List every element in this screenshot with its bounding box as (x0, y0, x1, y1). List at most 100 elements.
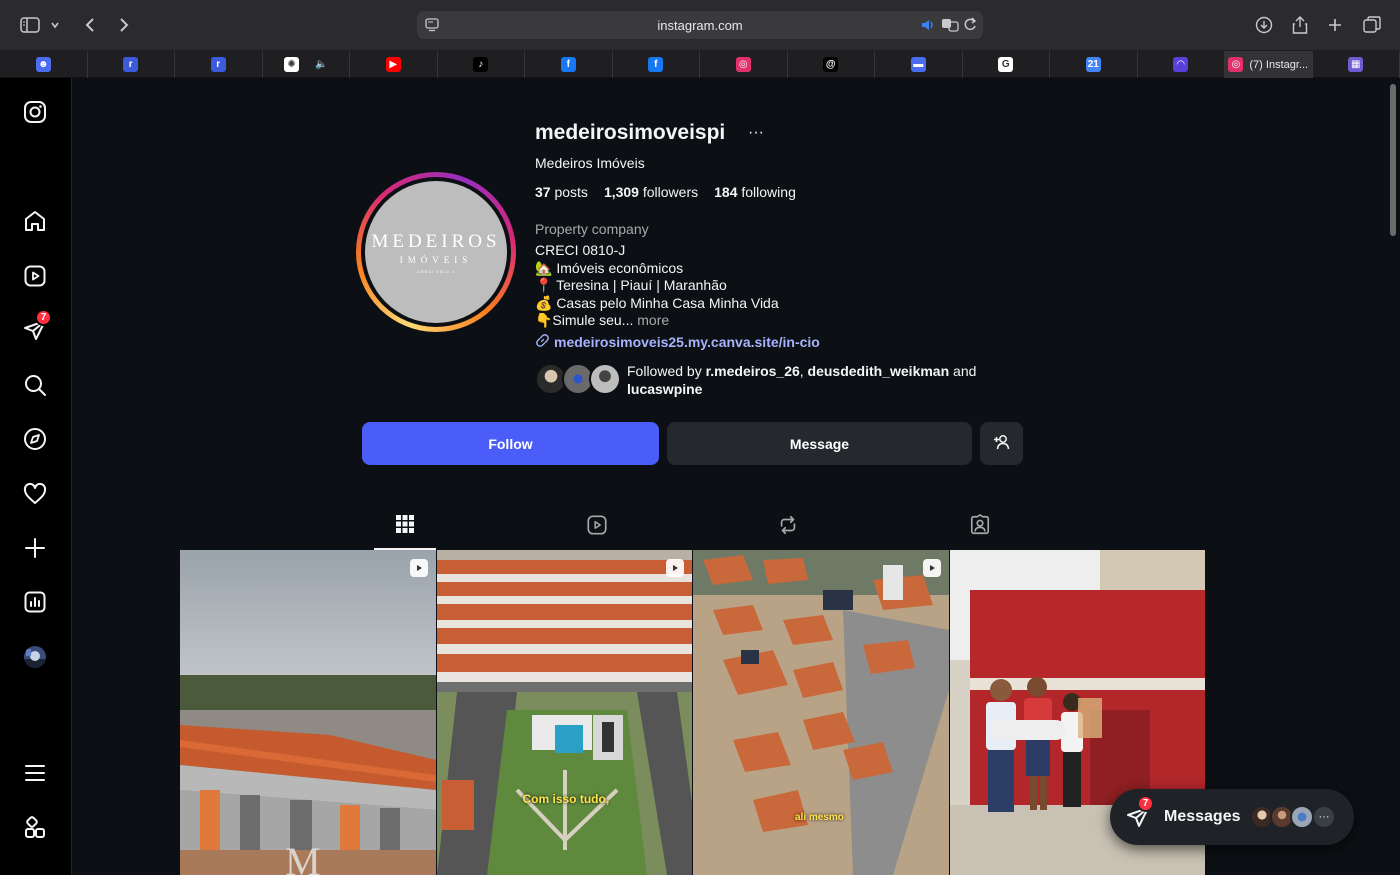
tab-blue-2[interactable]: r (175, 51, 263, 78)
reels-icon (586, 514, 608, 541)
instagram-logo-icon[interactable] (21, 98, 49, 126)
followers-stat[interactable]: 1,309 followers (604, 184, 698, 200)
address-bar[interactable]: instagram.com (417, 11, 983, 39)
profile-avatar-icon[interactable] (21, 643, 49, 671)
share-icon[interactable] (1288, 13, 1312, 37)
facebook-1-favicon-icon: f (560, 57, 576, 72)
follower-name[interactable]: lucaswpine (627, 381, 702, 397)
tab-arc[interactable]: ◠ (1138, 51, 1225, 78)
followed-by[interactable]: Followed by r.medeiros_26, deusdedith_we… (535, 363, 997, 398)
post-thumbnail: M (180, 550, 436, 875)
reel-indicator-icon (666, 559, 684, 577)
suggested-accounts-button[interactable] (980, 422, 1023, 465)
page-menu-icon[interactable] (425, 18, 439, 37)
post-caption: ali mesmo (795, 812, 844, 823)
search-icon[interactable] (21, 371, 49, 399)
profile-category: Property company (535, 221, 649, 237)
reels-icon[interactable] (21, 262, 49, 290)
tab-reposts[interactable] (757, 505, 819, 550)
home-icon[interactable] (21, 207, 49, 235)
reel-indicator-icon (409, 559, 428, 577)
create-plus-icon[interactable] (21, 534, 49, 562)
following-stat[interactable]: 184 following (714, 184, 796, 200)
reddit-like-tab[interactable]: ☻ (0, 51, 88, 78)
youtube-favicon-icon: ▶ (385, 57, 401, 72)
also-from-meta-icon[interactable] (21, 814, 49, 842)
follow-button[interactable]: Follow (362, 422, 659, 465)
profile-full-name: Medeiros Imóveis (535, 155, 645, 171)
tiktok-favicon-icon: ♪ (473, 57, 489, 72)
tab-facebook-1[interactable]: f (525, 51, 613, 78)
posts-stat: 37 posts (535, 184, 588, 200)
tab-google[interactable]: G (963, 51, 1050, 78)
chevron-down-icon[interactable] (46, 13, 64, 37)
blue-1-favicon-icon: r (123, 57, 139, 72)
tab-chatgpt[interactable]: ✺ 🔈 (263, 51, 350, 78)
menu-hamburger-icon[interactable] (21, 759, 49, 787)
calendar-favicon-icon: 21 (1085, 57, 1101, 72)
message-button[interactable]: Message (667, 422, 972, 465)
profile-avatar[interactable]: MEDEIROS IMÓVEIS CRECI 0810-J (356, 172, 516, 332)
tab-audio-icon[interactable]: 🔈 (315, 59, 327, 70)
reload-icon[interactable] (963, 17, 977, 38)
post-tile[interactable]: M (180, 550, 436, 875)
tab-overview-icon[interactable] (1360, 13, 1384, 37)
post-tile[interactable]: Com isso tudo, (436, 550, 692, 875)
post-caption: Com isso tudo, (522, 792, 610, 806)
options-ellipsis-icon[interactable]: ··· (748, 124, 764, 142)
messages-avatars: ··· (1250, 805, 1346, 829)
avatar (1290, 805, 1314, 829)
repost-icon (777, 514, 799, 541)
downloads-icon[interactable] (1252, 13, 1276, 37)
tab-tagged[interactable] (949, 505, 1011, 550)
arc-favicon-icon: ◠ (1173, 57, 1189, 72)
audio-playing-icon[interactable] (920, 17, 936, 38)
messages-button[interactable]: 7 Messages ··· (1110, 789, 1354, 845)
tab-threads[interactable]: @ (788, 51, 875, 78)
profile-link-text: medeirosimoveis25.my.canva.site/in-cio (554, 334, 820, 350)
back-icon[interactable] (78, 13, 102, 37)
forward-icon[interactable] (112, 13, 136, 37)
heart-icon[interactable] (21, 480, 49, 508)
profile-username: medeirosimoveispi (535, 121, 726, 144)
tab-car[interactable]: ▬ (875, 51, 963, 78)
direct-messages-icon[interactable]: 7 (21, 309, 52, 344)
follower-name[interactable]: r.medeiros_26 (706, 363, 800, 379)
page-scrollbar[interactable] (1386, 78, 1400, 875)
follower-name[interactable]: deusdedith_weikman (808, 363, 950, 379)
profile-tabs (180, 505, 1205, 550)
more-conversations-icon: ··· (1312, 805, 1336, 829)
car-favicon-icon: ▬ (910, 57, 926, 72)
explore-icon[interactable] (21, 425, 49, 453)
profile-link[interactable]: medeirosimoveis25.my.canva.site/in-cio (535, 333, 820, 351)
translate-icon[interactable] (941, 17, 959, 38)
tab-active-instagram[interactable]: ◎ (7) Instagr... (1225, 51, 1313, 78)
tab-calendar[interactable]: 21 (1050, 51, 1138, 78)
bio-line: 👇Simule seu... more (535, 312, 670, 328)
messages-badge: 7 (1137, 795, 1154, 812)
reel-indicator-icon (922, 559, 941, 577)
profile-stats: 37 posts 1,309 followers 184 following (535, 184, 796, 200)
active-tab-title: (7) Instagr... (1249, 58, 1309, 71)
instagram-favicon-icon: ◎ (735, 57, 751, 72)
tab-posts[interactable] (374, 505, 436, 550)
tab-tiktok[interactable]: ♪ (438, 51, 525, 78)
bio-more-link[interactable]: more (637, 312, 669, 328)
link-icon (535, 333, 550, 351)
followed-by-avatars (535, 363, 621, 395)
grid-icon (395, 514, 415, 539)
tab-blue-1[interactable]: r (88, 51, 175, 78)
tab-reels[interactable] (566, 505, 628, 550)
new-tab-icon[interactable] (1323, 13, 1347, 37)
post-tile[interactable]: ali mesmo (693, 550, 949, 875)
tab-last[interactable]: ▦ (1313, 51, 1400, 78)
tab-instagram[interactable]: ◎ (700, 51, 788, 78)
scrollbar-thumb[interactable] (1390, 84, 1396, 236)
add-person-icon (993, 433, 1011, 454)
tab-youtube[interactable]: ▶ (350, 51, 438, 78)
sidebar-toggle-icon[interactable] (18, 13, 42, 37)
tab-facebook-2[interactable]: f (613, 51, 700, 78)
dashboard-icon[interactable] (21, 588, 49, 616)
avatar-logo-creci: CRECI 0810-J (417, 268, 455, 274)
tagged-user-icon (969, 514, 991, 541)
